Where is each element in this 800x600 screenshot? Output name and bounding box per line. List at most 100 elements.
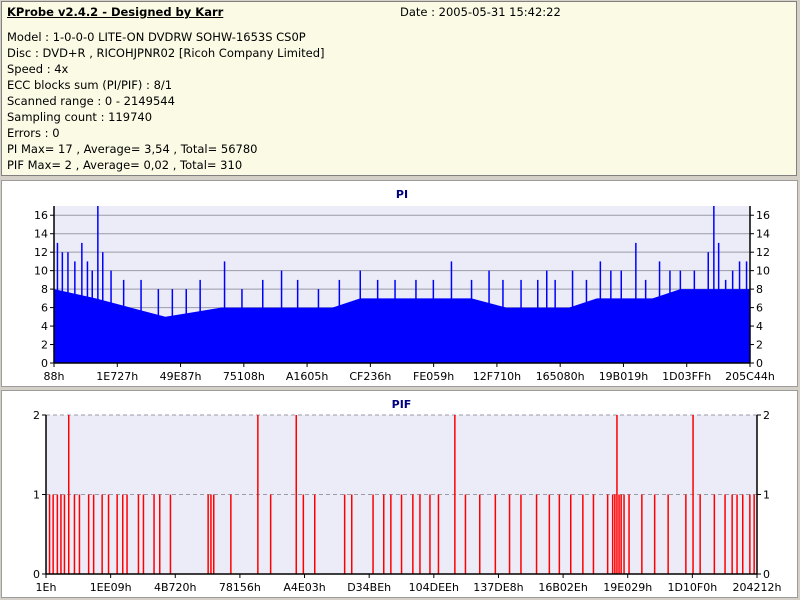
y-tick-label: 0 bbox=[41, 357, 48, 370]
y-tick-label: 2 bbox=[756, 339, 763, 352]
pif-bar bbox=[169, 494, 172, 574]
y-tick-label: 0 bbox=[756, 357, 763, 370]
x-tick-label: D34BEh bbox=[347, 581, 391, 594]
pif-bar bbox=[101, 494, 103, 574]
pi-bar bbox=[554, 279, 556, 363]
pi-bar bbox=[140, 279, 142, 363]
pi-bar bbox=[571, 270, 574, 363]
pi-bar bbox=[185, 289, 187, 363]
pif-bar bbox=[736, 494, 738, 574]
pif-bar bbox=[618, 494, 620, 574]
pi-bar bbox=[317, 289, 320, 363]
pif-bar bbox=[419, 494, 421, 574]
pif-bar bbox=[63, 494, 66, 574]
pi-bar bbox=[97, 206, 99, 363]
x-tick-label: 19E029h bbox=[603, 581, 652, 594]
pi-bar bbox=[199, 279, 201, 363]
pi-bar bbox=[679, 270, 682, 363]
pif-bar bbox=[731, 494, 733, 574]
pif-bar bbox=[611, 494, 614, 574]
pif-bar bbox=[623, 494, 625, 574]
y-tick-label: 6 bbox=[756, 302, 763, 315]
model-line: Model : 1-0-0-0 LITE-ON DVDRW SOHW-1653S… bbox=[7, 30, 306, 44]
x-tick-label: 88h bbox=[44, 370, 65, 383]
pif-bar bbox=[142, 494, 145, 574]
pi-bar bbox=[713, 206, 715, 363]
pif-bar bbox=[122, 494, 124, 574]
pif-bar bbox=[230, 494, 232, 574]
range-line: Scanned range : 0 - 2149544 bbox=[7, 94, 175, 108]
pif-bar bbox=[641, 494, 643, 574]
pif-bar bbox=[400, 494, 403, 574]
pif-bar bbox=[383, 494, 385, 574]
pif-bar bbox=[372, 494, 374, 574]
pif-bar bbox=[343, 494, 346, 574]
pif-bar bbox=[87, 494, 90, 574]
pif-bar bbox=[153, 494, 155, 574]
pi-stats-line: PI Max= 17 , Average= 3,54 , Total= 5678… bbox=[7, 142, 258, 156]
speed-line: Speed : 4x bbox=[7, 62, 69, 76]
pif-bar bbox=[479, 494, 481, 574]
pi-bar bbox=[262, 279, 264, 363]
y-tick-label: 1 bbox=[763, 489, 770, 502]
pi-bar bbox=[488, 270, 490, 363]
pi-bar bbox=[432, 279, 435, 363]
pi-bar bbox=[669, 270, 671, 363]
pi-chart-panel: PI 0 0 2 2 4 4 6 6 8 8 10 10 12 12 14 14 16 16 88h 1E727h 49E… bbox=[1, 180, 798, 387]
y-tick-label: 2 bbox=[763, 409, 770, 422]
pif-bar bbox=[126, 494, 128, 574]
pi-bar bbox=[717, 242, 720, 363]
pi-bar bbox=[61, 252, 64, 363]
pif-bar bbox=[210, 494, 212, 574]
pi-bar bbox=[394, 279, 396, 363]
pif-bar bbox=[429, 494, 431, 574]
x-tick-label: 204212h bbox=[733, 581, 782, 594]
pi-bar bbox=[102, 252, 104, 363]
pif-bar bbox=[667, 494, 669, 574]
pi-bar bbox=[658, 261, 661, 363]
y-tick-label: 12 bbox=[34, 246, 48, 259]
pif-bar bbox=[699, 494, 701, 574]
pif-bar bbox=[620, 494, 622, 574]
pi-bar bbox=[67, 252, 69, 363]
pif-bar bbox=[314, 494, 316, 574]
pi-bar bbox=[537, 279, 539, 363]
y-tick-label: 6 bbox=[41, 302, 48, 315]
pi-bar bbox=[707, 252, 709, 363]
x-tick-label: 104DEEh bbox=[409, 581, 459, 594]
x-tick-label: 1EE09h bbox=[90, 581, 132, 594]
pi-bar bbox=[241, 289, 243, 363]
pif-bar bbox=[107, 494, 110, 574]
pi-bar bbox=[81, 242, 83, 363]
pi-bar bbox=[376, 279, 379, 363]
pif-bar bbox=[56, 494, 59, 574]
pi-bar bbox=[450, 261, 453, 363]
pi-bar bbox=[738, 261, 741, 363]
pi-bar bbox=[415, 279, 417, 363]
pif-bar bbox=[753, 494, 755, 574]
x-tick-label: 75108h bbox=[223, 370, 265, 383]
pif-bar bbox=[73, 494, 76, 574]
y-tick-label: 0 bbox=[33, 568, 40, 581]
y-tick-label: 2 bbox=[41, 339, 48, 352]
pif-bar bbox=[412, 494, 414, 574]
pi-bar bbox=[223, 261, 226, 363]
pi-bar bbox=[74, 261, 76, 363]
pif-bar bbox=[713, 494, 716, 574]
pi-bar bbox=[724, 279, 727, 363]
pi-bar bbox=[635, 242, 637, 363]
pi-bar bbox=[122, 279, 125, 363]
pi-bar bbox=[585, 279, 588, 363]
x-tick-label: 78156h bbox=[219, 581, 261, 594]
pi-bar bbox=[644, 279, 647, 363]
pif-chart-panel: PIF 0 0 1 1 2 2 1Eh 1EE09h 4B720h 78156h A4E03h D34B… bbox=[1, 390, 798, 598]
pi-bar bbox=[610, 270, 612, 363]
pif-bar bbox=[78, 494, 81, 574]
disc-info-panel: KProbe v2.4.2 - Designed by Karr Date : … bbox=[1, 1, 797, 176]
pif-bar bbox=[60, 494, 62, 574]
y-tick-label: 4 bbox=[41, 320, 48, 333]
pi-bar bbox=[745, 261, 748, 363]
y-tick-label: 16 bbox=[34, 209, 48, 222]
y-tick-label: 8 bbox=[41, 283, 48, 296]
pi-bar bbox=[296, 279, 299, 363]
